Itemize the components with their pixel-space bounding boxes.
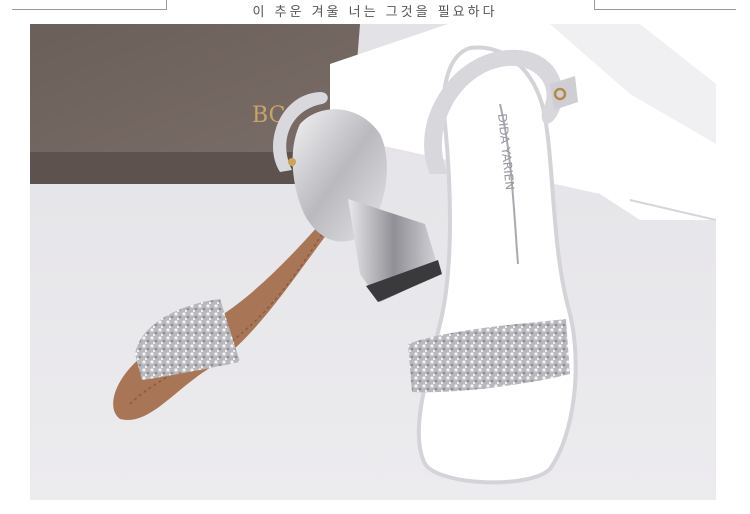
header-caption: 이 추운 겨울 너는 그것을 필요하다 bbox=[252, 5, 498, 20]
left-sandal-buckle bbox=[288, 158, 296, 166]
header-rule-right bbox=[594, 9, 736, 10]
header-bar: 이 추운 겨울 너는 그것을 필요하다 bbox=[0, 0, 750, 24]
product-photo-svg: BC DIDA YARIEN bbox=[30, 24, 716, 500]
product-photo: BC DIDA YARIEN bbox=[30, 24, 716, 500]
